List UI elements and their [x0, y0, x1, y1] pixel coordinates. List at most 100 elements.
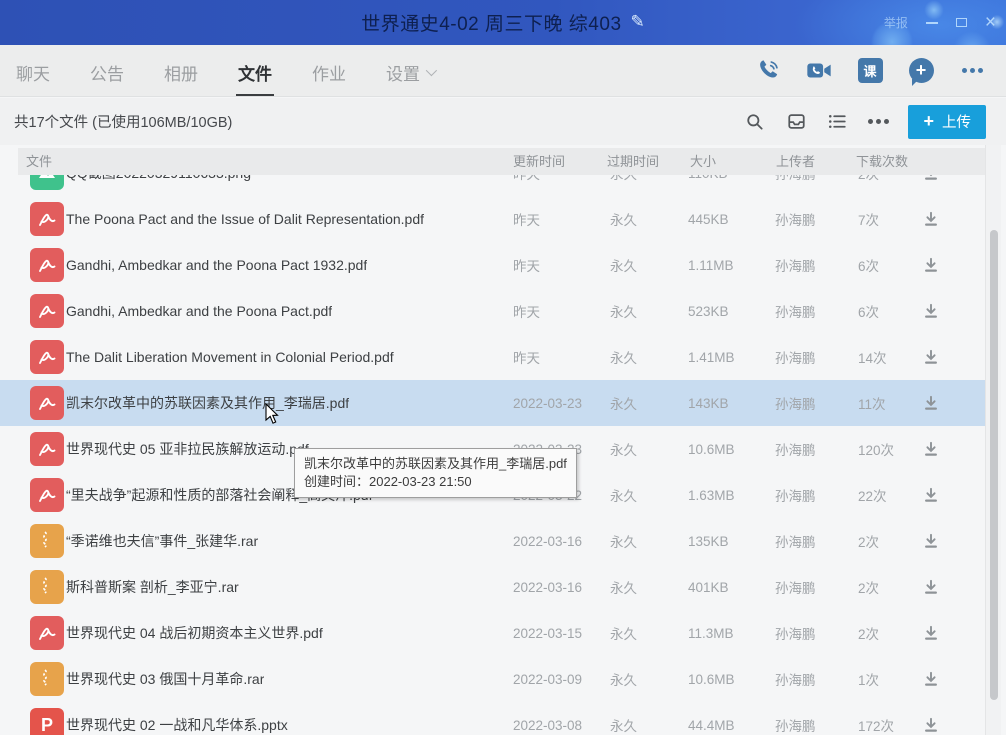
table-row[interactable]: The Poona Pact and the Issue of Dalit Re… [0, 196, 1006, 242]
voice-call-icon[interactable] [754, 57, 782, 85]
file-name[interactable]: 世界现代史 05 亚非拉民族解放运动.pdf [66, 426, 309, 472]
scrollbar-thumb[interactable] [990, 230, 998, 700]
file-name[interactable]: 世界现代史 03 俄国十月革命.rar [66, 656, 264, 702]
class-icon[interactable]: 课 [856, 57, 884, 85]
list-view-icon[interactable] [826, 111, 848, 133]
column-header-size[interactable]: 大小 [690, 148, 716, 175]
tab-chat[interactable]: 聊天 [14, 46, 52, 96]
table-row[interactable]: QQ截图20220329110633.png 昨天 永久 110KB 孙海鹏 2… [0, 175, 1006, 196]
file-download-count: 2次 [858, 610, 879, 656]
file-expiry: 永久 [610, 472, 637, 518]
file-updated: 昨天 [513, 242, 540, 288]
titlebar: 世界通史4-02 周三下晚 综403 ✎ 举报 × [0, 0, 1006, 45]
file-name[interactable]: 斯科普斯案 剖析_李亚宁.rar [66, 564, 239, 610]
column-header-updated[interactable]: 更新时间 [513, 148, 565, 175]
inbox-icon[interactable] [785, 111, 807, 133]
file-name[interactable]: The Dalit Liberation Movement in Colonia… [66, 334, 394, 380]
more-actions-icon[interactable] [867, 111, 889, 133]
table-row[interactable]: 凯末尔改革中的苏联因素及其作用_李瑞居.pdf 2022-03-23 永久 14… [0, 380, 985, 426]
maximize-icon[interactable] [956, 18, 967, 27]
file-size: 135KB [688, 518, 729, 564]
add-icon[interactable]: + [907, 57, 935, 85]
file-expiry: 永久 [610, 288, 637, 334]
file-updated: 2022-03-16 [513, 564, 582, 610]
download-button[interactable] [916, 196, 946, 242]
download-button[interactable] [916, 472, 946, 518]
download-button[interactable] [916, 334, 946, 380]
file-name[interactable]: QQ截图20220329110633.png [66, 175, 251, 196]
tab-settings-label: 设置 [386, 60, 420, 85]
download-button[interactable] [916, 426, 946, 472]
edit-title-icon[interactable]: ✎ [631, 12, 645, 32]
file-type-icon [30, 294, 64, 328]
upload-button[interactable]: + 上传 [908, 105, 986, 139]
column-header-downloads[interactable]: 下载次数 [856, 148, 908, 175]
file-name[interactable]: Gandhi, Ambedkar and the Poona Pact.pdf [66, 288, 332, 334]
file-size: 10.6MB [688, 426, 735, 472]
file-expiry: 永久 [610, 196, 637, 242]
file-name[interactable]: 世界现代史 04 战后初期资本主义世界.pdf [66, 610, 323, 656]
table-header: 文件 更新时间 过期时间 大小 上传者 下载次数 [18, 148, 985, 175]
file-updated: 昨天 [513, 288, 540, 334]
tab-homework[interactable]: 作业 [310, 46, 348, 96]
file-uploader: 孙海鹏 [775, 610, 816, 656]
download-button[interactable] [916, 380, 946, 426]
tab-files[interactable]: 文件 [236, 46, 274, 96]
file-uploader: 孙海鹏 [775, 564, 816, 610]
minimize-icon[interactable] [926, 22, 938, 24]
file-updated: 昨天 [513, 175, 540, 196]
download-button[interactable] [916, 610, 946, 656]
file-size: 11.3MB [688, 610, 734, 656]
download-button[interactable] [916, 288, 946, 334]
table-row[interactable]: The Dalit Liberation Movement in Colonia… [0, 334, 1006, 380]
download-button[interactable] [916, 702, 946, 735]
close-icon[interactable]: × [985, 13, 996, 32]
table-row[interactable]: 世界现代史 04 战后初期资本主义世界.pdf 2022-03-15 永久 11… [0, 610, 1006, 656]
file-uploader: 孙海鹏 [775, 196, 816, 242]
file-name[interactable]: Gandhi, Ambedkar and the Poona Pact 1932… [66, 242, 367, 288]
column-header-uploader[interactable]: 上传者 [776, 148, 815, 175]
more-icon[interactable] [958, 57, 986, 85]
file-size: 110KB [688, 175, 728, 196]
tab-announcement[interactable]: 公告 [88, 46, 126, 96]
file-type-icon [30, 340, 64, 374]
file-size: 401KB [688, 564, 729, 610]
file-name[interactable]: The Poona Pact and the Issue of Dalit Re… [66, 196, 424, 242]
table-row[interactable]: Gandhi, Ambedkar and the Poona Pact.pdf … [0, 288, 1006, 334]
file-download-count: 1次 [858, 656, 879, 702]
file-expiry: 永久 [610, 334, 637, 380]
table-row[interactable]: 世界现代史 03 俄国十月革命.rar 2022-03-09 永久 10.6MB… [0, 656, 1006, 702]
file-download-count: 172次 [858, 702, 894, 735]
report-button[interactable]: 举报 [884, 14, 908, 31]
file-type-icon [30, 432, 64, 466]
table-row[interactable]: 斯科普斯案 剖析_李亚宁.rar 2022-03-16 永久 401KB 孙海鹏… [0, 564, 1006, 610]
file-name[interactable]: 凯末尔改革中的苏联因素及其作用_李瑞居.pdf [66, 380, 349, 426]
file-download-count: 2次 [858, 175, 879, 196]
table-row[interactable]: P 世界现代史 02 一战和凡华体系.pptx 2022-03-08 永久 44… [0, 702, 1006, 735]
file-type-icon [30, 616, 64, 650]
file-name[interactable]: 世界现代史 02 一战和凡华体系.pptx [66, 702, 288, 735]
tab-settings[interactable]: 设置 [384, 46, 436, 96]
search-icon[interactable] [744, 111, 766, 133]
video-call-icon[interactable] [805, 57, 833, 85]
file-updated: 2022-03-09 [513, 656, 582, 702]
file-name[interactable]: “季诺维也夫信”事件_张建华.rar [66, 518, 258, 564]
download-button[interactable] [916, 242, 946, 288]
mouse-cursor [265, 403, 280, 430]
group-files-window: 世界通史4-02 周三下晚 综403 ✎ 举报 × 聊天 公告 相册 文件 作业… [0, 0, 1006, 735]
download-button[interactable] [916, 564, 946, 610]
tab-album[interactable]: 相册 [162, 46, 200, 96]
tooltip-filename: 凯末尔改革中的苏联因素及其作用_李瑞居.pdf [304, 455, 567, 473]
column-header-expiry[interactable]: 过期时间 [607, 148, 659, 175]
download-button[interactable] [916, 518, 946, 564]
column-header-file[interactable]: 文件 [26, 148, 52, 175]
table-row[interactable]: Gandhi, Ambedkar and the Poona Pact 1932… [0, 242, 1006, 288]
download-button[interactable] [916, 175, 946, 196]
file-updated: 2022-03-16 [513, 518, 582, 564]
files-toolbar: 共17个文件 (已使用106MB/10GB) + 上传 [0, 98, 1006, 145]
table-row[interactable]: “季诺维也夫信”事件_张建华.rar 2022-03-16 永久 135KB 孙… [0, 518, 1006, 564]
download-button[interactable] [916, 656, 946, 702]
file-type-icon [30, 248, 64, 282]
scrollbar[interactable] [985, 145, 1001, 735]
file-expiry: 永久 [610, 564, 637, 610]
